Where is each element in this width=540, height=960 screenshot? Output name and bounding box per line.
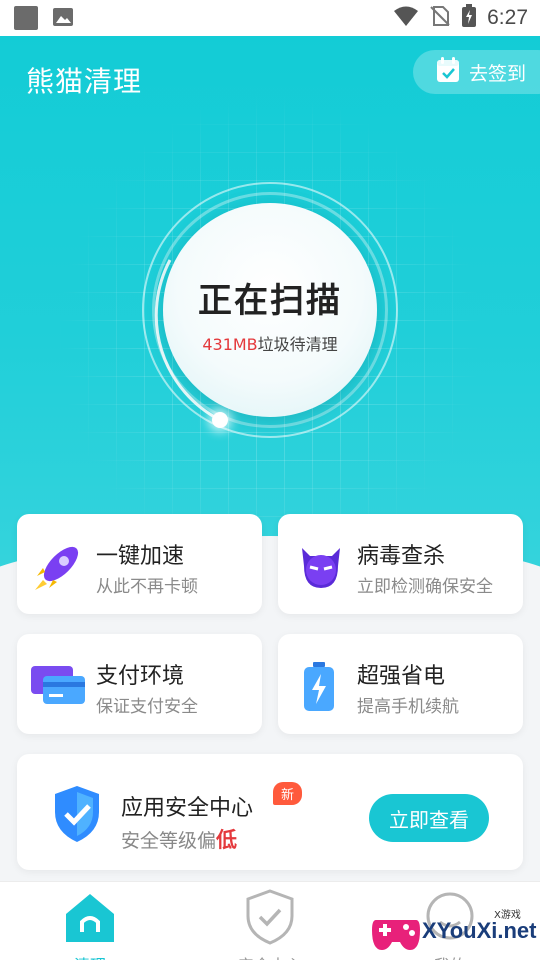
security-title: 应用安全中心 bbox=[121, 796, 254, 821]
status-bar: 6:27 bbox=[0, 0, 540, 36]
feature-card-speedup[interactable]: 一键加速 从此不再卡顿 bbox=[17, 514, 262, 614]
notification-app-icon bbox=[14, 6, 38, 30]
no-sim-icon bbox=[429, 5, 451, 31]
security-level-text: 安全等级偏低 bbox=[121, 824, 237, 854]
signin-label: 去签到 bbox=[468, 62, 526, 85]
nav-label: 安全中心 bbox=[180, 952, 360, 960]
scan-status-title: 正在扫描 bbox=[198, 281, 342, 321]
clock: 6:27 bbox=[487, 6, 528, 29]
watermark: X游戏 XYouXi.net bbox=[370, 900, 540, 960]
image-notification-icon bbox=[52, 6, 74, 28]
home-icon bbox=[64, 892, 116, 948]
watermark-text: XYouXi.net bbox=[422, 918, 537, 943]
hero-panel: 熊猫清理 去签到 正在扫描 431MB垃圾待清理 bbox=[0, 36, 540, 596]
feature-card-battery[interactable]: 超强省电 提高手机续航 bbox=[278, 634, 523, 734]
feature-title: 病毒查杀 bbox=[357, 544, 446, 569]
junk-size-value: 431MB bbox=[202, 335, 258, 354]
app-title: 熊猫清理 bbox=[26, 65, 143, 98]
virus-icon bbox=[298, 542, 344, 594]
view-now-button[interactable]: 立即查看 bbox=[369, 794, 489, 842]
shield-check-outline-icon bbox=[244, 888, 296, 950]
signin-button[interactable]: 去签到 bbox=[412, 50, 540, 94]
feature-subtitle: 保证支付安全 bbox=[96, 697, 198, 717]
feature-subtitle: 从此不再卡顿 bbox=[96, 577, 198, 597]
feature-card-payment[interactable]: 支付环境 保证支付安全 bbox=[17, 634, 262, 734]
card-icon bbox=[31, 664, 87, 712]
scan-button[interactable]: 正在扫描 431MB垃圾待清理 bbox=[163, 203, 377, 417]
battery-charging-icon bbox=[461, 4, 477, 32]
wifi-icon bbox=[393, 5, 419, 31]
nav-label: 清理 bbox=[0, 952, 180, 960]
calendar-icon bbox=[435, 56, 461, 88]
battery-icon bbox=[302, 662, 336, 716]
security-level-value: 低 bbox=[216, 828, 238, 852]
feature-title: 一键加速 bbox=[96, 544, 185, 569]
feature-subtitle: 提高手机续航 bbox=[357, 697, 459, 717]
shield-check-icon bbox=[51, 784, 103, 848]
new-badge: 新 bbox=[273, 782, 303, 805]
junk-size-suffix: 垃圾待清理 bbox=[257, 335, 338, 354]
gamepad-logo-icon bbox=[370, 906, 422, 960]
nav-clean[interactable]: 清理 bbox=[0, 882, 180, 960]
feature-card-antivirus[interactable]: 病毒查杀 立即检测确保安全 bbox=[278, 514, 523, 614]
nav-security[interactable]: 安全中心 bbox=[180, 882, 360, 960]
security-level-prefix: 安全等级偏 bbox=[121, 830, 217, 852]
rocket-icon bbox=[31, 542, 83, 596]
feature-title: 超强省电 bbox=[357, 664, 446, 689]
junk-size-text: 431MB垃圾待清理 bbox=[163, 331, 377, 355]
scan-progress-dot bbox=[212, 412, 228, 428]
feature-subtitle: 立即检测确保安全 bbox=[357, 577, 493, 597]
feature-title: 支付环境 bbox=[96, 664, 185, 689]
security-center-card[interactable]: 应用安全中心 新 安全等级偏低 立即查看 bbox=[17, 754, 523, 870]
